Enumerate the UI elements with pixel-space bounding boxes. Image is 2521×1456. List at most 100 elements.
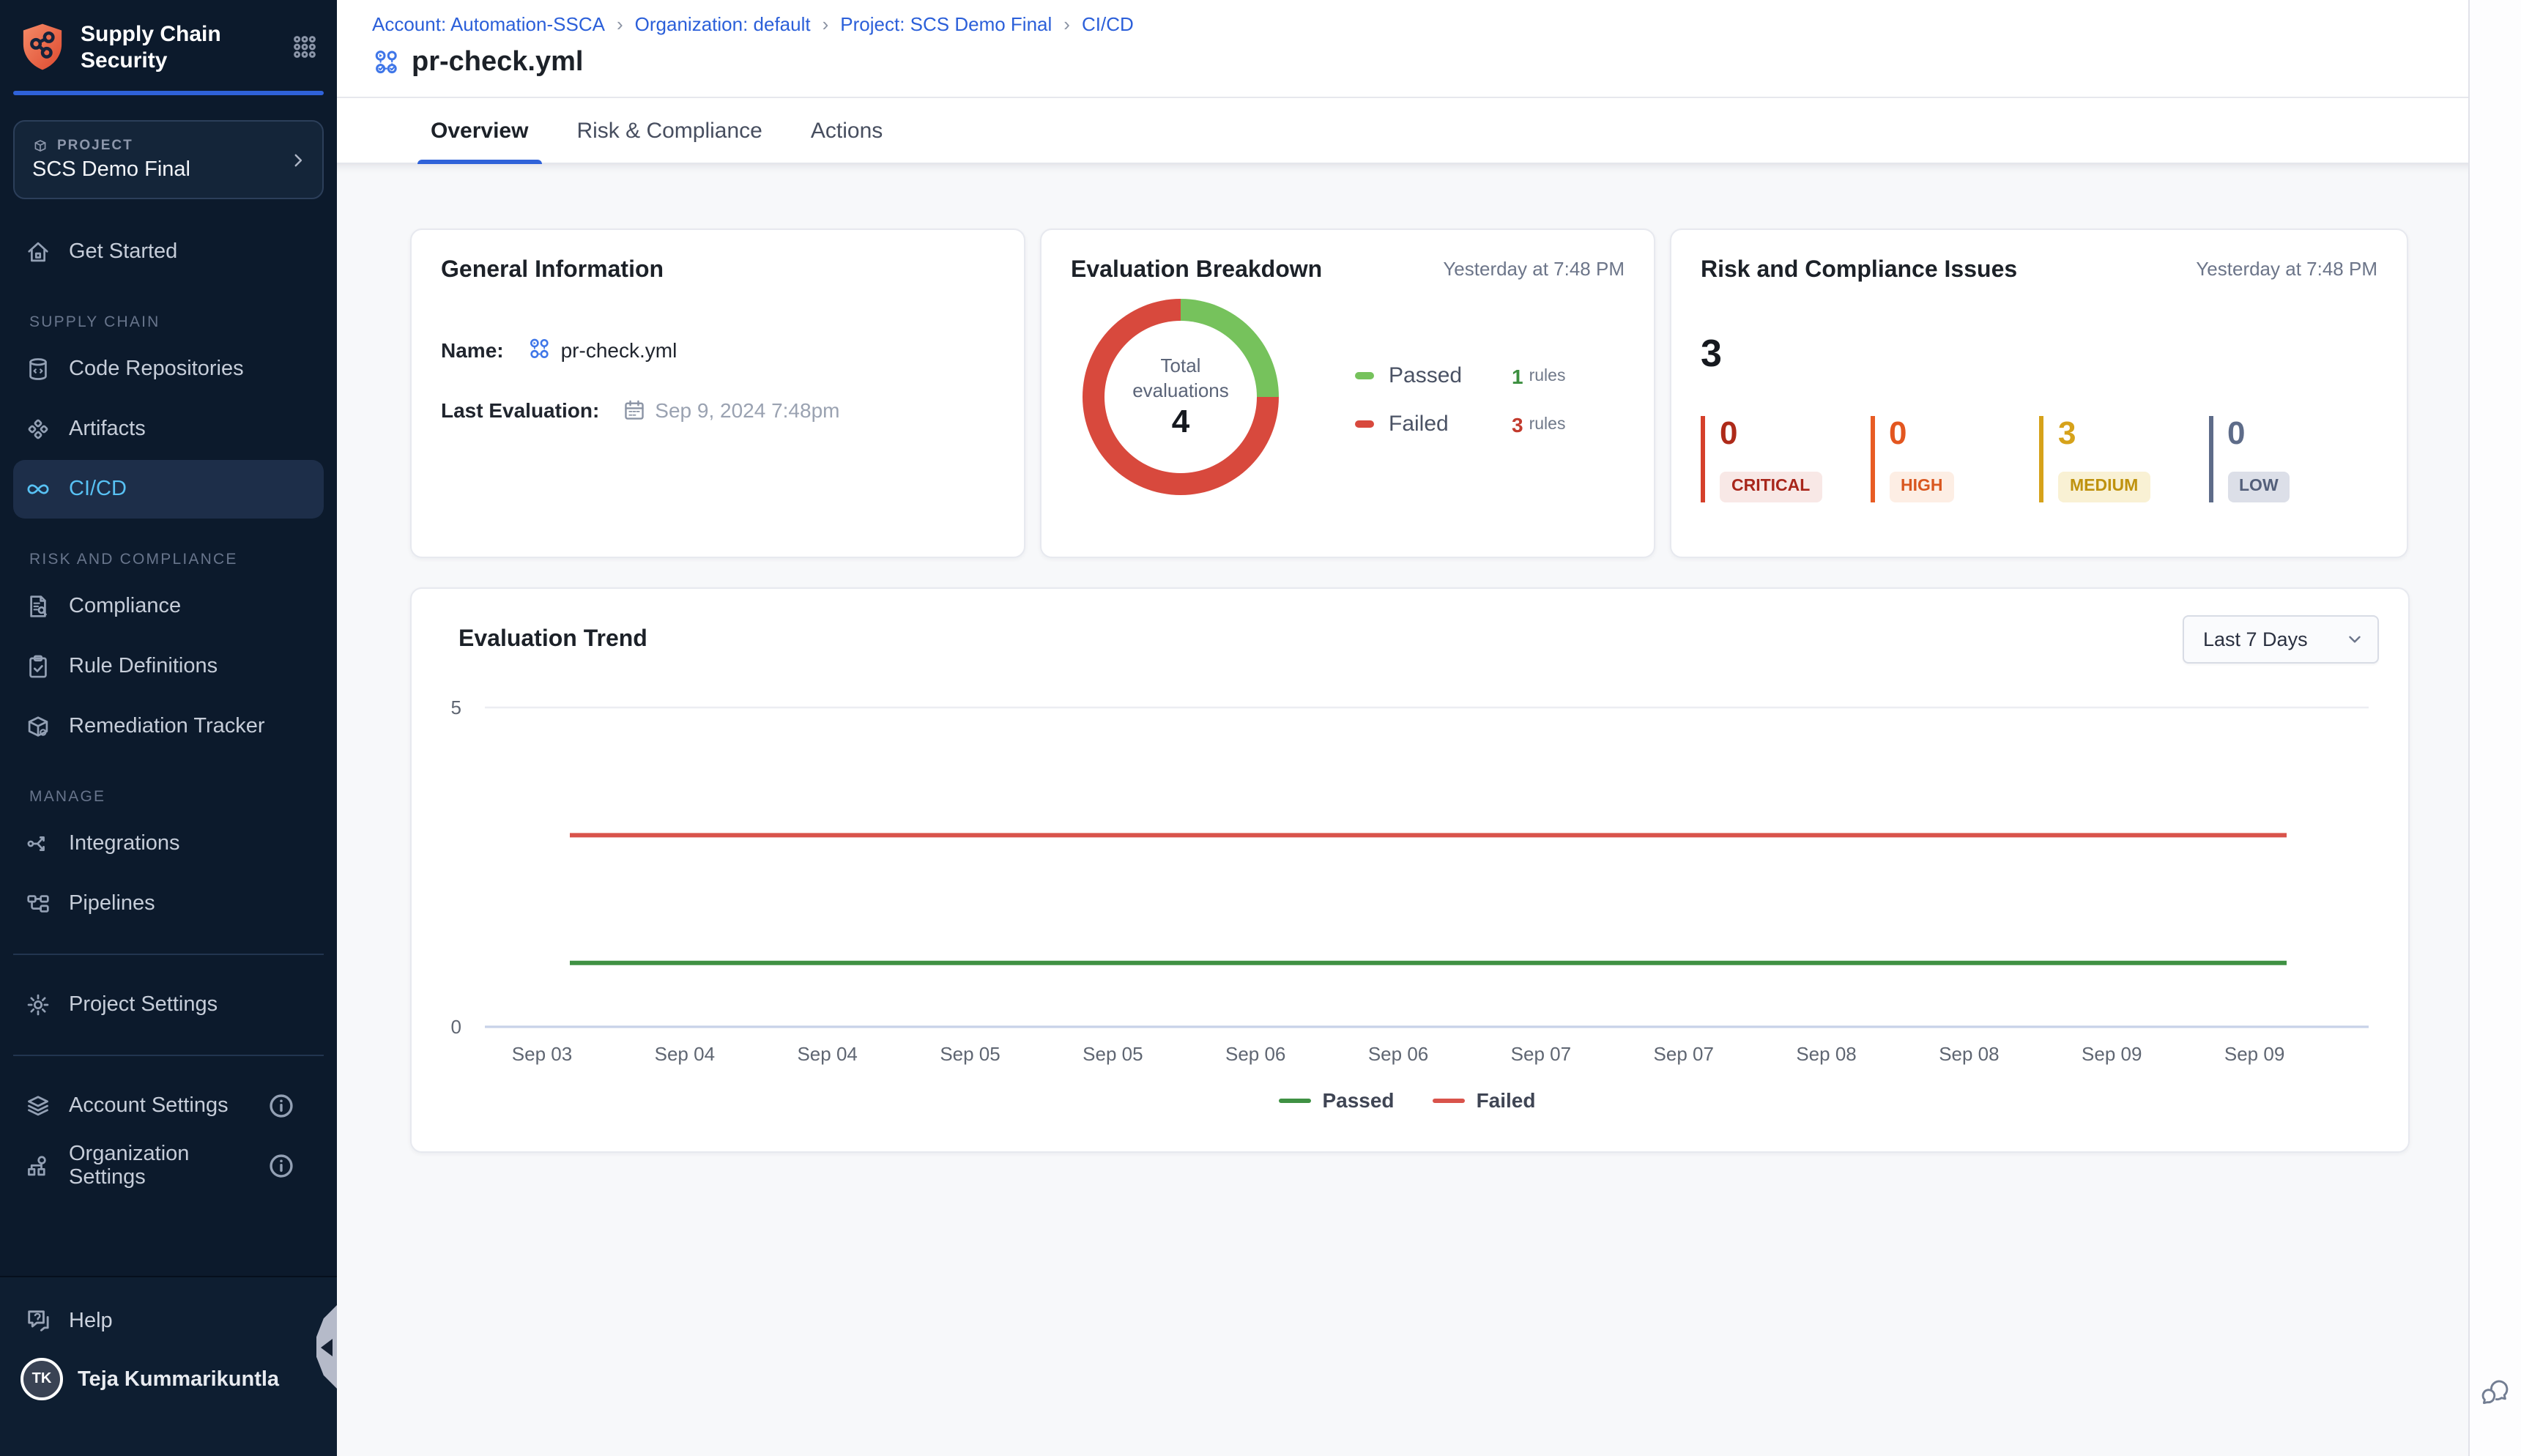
right-utility-strip (2468, 0, 2521, 1456)
project-name: SCS Demo Final (32, 158, 289, 182)
collapse-left-arrow-icon (321, 1339, 333, 1356)
page-header: Account: Automation-SSCA › Organization: d… (337, 0, 2470, 98)
gear-icon (25, 992, 51, 1018)
pipeline-workflow-icon (372, 48, 401, 78)
evaluation-trend-card: Evaluation Trend Last 7 Days 05Sep 03Sep… (410, 587, 2410, 1153)
project-selector[interactable]: PROJECT SCS Demo Final (13, 120, 324, 199)
breadcrumb-separator: › (617, 13, 623, 35)
help-label: Help (69, 1309, 113, 1332)
sidebar-item-label: Artifacts (69, 417, 146, 441)
sidebar-item-code-repositories[interactable]: Code Repositories (13, 340, 324, 398)
legend-pill-icon (1355, 372, 1374, 379)
home-icon (25, 239, 51, 265)
evaluations-donut-chart: Total evaluations 4 (1083, 299, 1279, 495)
app-root: Supply Chain Security PROJECT (0, 0, 2521, 1456)
svg-text:Sep 04: Sep 04 (655, 1043, 715, 1065)
tab-bar: Overview Risk & Compliance Actions (337, 98, 2470, 164)
legend-label: Passed (1389, 363, 1512, 388)
chevron-down-icon (2345, 630, 2364, 649)
legend-dash-icon (1433, 1098, 1465, 1102)
tab-risk-compliance[interactable]: Risk & Compliance (563, 98, 775, 163)
info-icon[interactable] (268, 1153, 294, 1179)
sidebar-item-project-settings[interactable]: Project Settings (13, 976, 324, 1034)
code-repositories-icon (25, 356, 51, 382)
sidebar-item-organization-settings[interactable]: Organization Settings (13, 1137, 324, 1195)
cicd-icon (25, 476, 51, 502)
sidebar-item-account-settings[interactable]: Account Settings (13, 1077, 324, 1135)
integrations-icon (25, 831, 51, 857)
supply-chain-security-logo-icon (19, 22, 66, 72)
tab-actions[interactable]: Actions (798, 98, 896, 163)
trend-legend-item-passed: Passed (1278, 1088, 1394, 1112)
last-evaluation-value: Sep 9, 2024 7:48pm (655, 398, 839, 422)
sidebar-item-label: CI/CD (69, 478, 127, 501)
risk-compliance-card: Risk and Compliance Issues Yesterday at … (1670, 229, 2408, 558)
nav-section-label: RISK AND COMPLIANCE (29, 551, 337, 568)
sidebar-item-compliance[interactable]: Compliance (13, 577, 324, 636)
breadcrumb-link-2[interactable]: Project: SCS Demo Final (840, 13, 1052, 35)
svg-text:Sep 06: Sep 06 (1368, 1043, 1428, 1065)
support-chat-icon[interactable] (2477, 1375, 2512, 1409)
svg-text:Sep 09: Sep 09 (2082, 1043, 2142, 1065)
evaluation-breakdown-card: Evaluation Breakdown Yesterday at 7:48 P… (1040, 229, 1655, 558)
user-menu[interactable]: TK Teja Kummarikuntla (21, 1358, 337, 1400)
project-meta: PROJECT SCS Demo Final (32, 138, 289, 182)
evaluation-breakdown-timestamp: Yesterday at 7:48 PM (1443, 258, 1625, 280)
severity-medium: 3MEDIUM (2039, 416, 2208, 502)
breadcrumb-link-3[interactable]: CI/CD (1082, 13, 1134, 35)
name-row: Name: pr-check.yml (441, 337, 995, 362)
trend-line-chart: 05Sep 03Sep 04Sep 04Sep 05Sep 05Sep 06Se… (435, 678, 2379, 1077)
page-title: pr-check.yml (412, 47, 583, 79)
evaluation-breakdown-title: Evaluation Breakdown (1071, 258, 1322, 284)
legend-unit: rules (1529, 367, 1566, 385)
name-value: pr-check.yml (561, 338, 677, 361)
svg-text:Sep 05: Sep 05 (940, 1043, 1000, 1065)
severity-count: 0 (1720, 416, 1738, 451)
tab-overview[interactable]: Overview (417, 98, 541, 163)
name-label: Name: (441, 338, 504, 361)
info-icon[interactable] (268, 1093, 294, 1119)
svg-text:Sep 07: Sep 07 (1511, 1043, 1571, 1065)
sidebar-bottom: Help TK Teja Kummarikuntla (0, 1276, 337, 1456)
sidebar-item-pipelines[interactable]: Pipelines (13, 874, 324, 933)
pipelines-icon (25, 891, 51, 917)
sidebar-item-label: Get Started (69, 240, 177, 264)
content: General Information Name: pr-check.yml (337, 164, 2470, 1153)
svg-text:Sep 03: Sep 03 (512, 1043, 572, 1065)
date-range-value: Last 7 Days (2203, 628, 2345, 650)
sidebar-item-remediation-tracker[interactable]: Remediation Tracker (13, 697, 324, 756)
main-area: Account: Automation-SSCA › Organization: d… (337, 0, 2470, 1456)
donut-center-label-2: evaluations (1132, 378, 1229, 403)
user-name: Teja Kummarikuntla (78, 1367, 279, 1391)
last-evaluation-label: Last Evaluation: (441, 398, 599, 422)
legend-label: Failed (1477, 1088, 1536, 1112)
sidebar-item-label: Account Settings (69, 1094, 229, 1118)
divider (13, 954, 324, 955)
sidebar-item-artifacts[interactable]: Artifacts (13, 400, 324, 458)
legend-label: Failed (1389, 412, 1512, 437)
sidebar-item-integrations[interactable]: Integrations (13, 814, 324, 873)
breadcrumb-link-1[interactable]: Organization: default (635, 13, 811, 35)
org-chart-icon (25, 1153, 51, 1179)
sidebar-item-ci-cd[interactable]: CI/CD (13, 460, 324, 519)
severity-critical: 0CRITICAL (1701, 416, 1870, 502)
app-switcher-grid-icon[interactable] (293, 35, 316, 59)
sidebar-item-get-started[interactable]: Get Started (13, 223, 324, 281)
layers-icon (25, 1093, 51, 1119)
risk-compliance-title: Risk and Compliance Issues (1701, 258, 2017, 284)
svg-text:5: 5 (451, 697, 461, 718)
svg-text:Sep 08: Sep 08 (1939, 1043, 1999, 1065)
sidebar-item-label: Compliance (69, 595, 181, 618)
date-range-select[interactable]: Last 7 Days (2183, 615, 2379, 664)
trend-legend: Passed Failed (435, 1088, 2379, 1112)
svg-text:Sep 06: Sep 06 (1225, 1043, 1285, 1065)
severity-count: 0 (1889, 416, 1907, 451)
svg-text:Sep 09: Sep 09 (2224, 1043, 2284, 1065)
help-button[interactable]: Help (25, 1307, 337, 1334)
sidebar-item-rule-definitions[interactable]: Rule Definitions (13, 637, 324, 696)
legend-label: Passed (1322, 1088, 1394, 1112)
breadcrumb-separator: › (1063, 13, 1070, 35)
divider (13, 1055, 324, 1056)
breadcrumb-link-0[interactable]: Account: Automation-SSCA (372, 13, 605, 35)
donut-total-value: 4 (1172, 403, 1190, 441)
